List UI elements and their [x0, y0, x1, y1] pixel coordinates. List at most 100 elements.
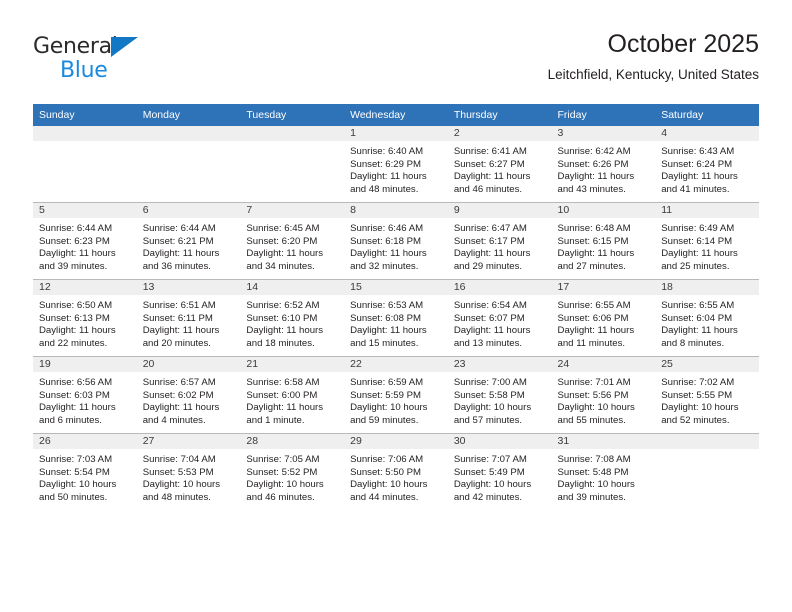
day-details: Sunrise: 6:57 AM Sunset: 6:02 PM Daylight:…	[137, 372, 241, 427]
calendar-day-cell[interactable]: 16 Sunrise: 6:54 AM Sunset: 6:07 PM Dayligh…	[447, 279, 552, 357]
day-details: Sunrise: 6:50 AM Sunset: 6:13 PM Daylight:…	[33, 295, 137, 350]
sunset-time: Sunset: 6:07 PM	[453, 312, 525, 324]
calendar-day-cell[interactable]: 17 Sunrise: 6:55 AM Sunset: 6:06 PM Dayligh…	[551, 279, 656, 357]
calendar-day-cell[interactable]: 10 Sunrise: 6:48 AM Sunset: 6:15 PM Dayligh…	[551, 202, 656, 280]
calendar-day-cell[interactable]: 9 Sunrise: 6:47 AM Sunset: 6:17 PM Daylight…	[447, 202, 552, 280]
day-details: Sunrise: 6:54 AM Sunset: 6:07 PM Daylight:…	[448, 295, 552, 350]
calendar-day-cell[interactable]: 18 Sunrise: 6:55 AM Sunset: 6:04 PM Dayligh…	[655, 279, 759, 357]
sunset-time: Sunset: 6:21 PM	[142, 235, 214, 247]
day-number: 29	[344, 434, 448, 449]
day-details: Sunrise: 7:07 AM Sunset: 5:49 PM Daylight:…	[448, 449, 552, 504]
sunrise-time: Sunrise: 7:01 AM	[557, 377, 631, 388]
calendar-day-cell[interactable]: 1 Sunrise: 6:40 AM Sunset: 6:29 PM Daylight…	[344, 126, 448, 203]
calendar-day-cell[interactable]: 15 Sunrise: 6:53 AM Sunset: 6:08 PM Dayligh…	[344, 279, 448, 357]
calendar-week-row: 26 Sunrise: 7:03 AM Sunset: 5:54 PM Dayligh…	[33, 433, 759, 510]
calendar-day-cell[interactable]: 31 Sunrise: 7:08 AM Sunset: 5:48 PM Dayligh…	[551, 433, 656, 510]
daylight-duration-line2: and 32 minutes.	[350, 260, 419, 272]
day-number: 31	[551, 434, 656, 449]
sunrise-time: Sunrise: 6:40 AM	[350, 146, 424, 157]
calendar-day-cell[interactable]: 26 Sunrise: 7:03 AM Sunset: 5:54 PM Dayligh…	[33, 433, 137, 510]
day-details: Sunrise: 6:40 AM Sunset: 6:29 PM Daylight:…	[344, 141, 448, 196]
daylight-duration-line2: and 39 minutes.	[39, 260, 108, 272]
day-number: 3	[551, 126, 656, 141]
sunrise-time: Sunrise: 7:04 AM	[142, 454, 216, 465]
weekday-header-monday: Monday	[136, 104, 241, 126]
daylight-duration-line1: Daylight: 10 hours	[557, 402, 635, 414]
sunset-time: Sunset: 6:04 PM	[661, 312, 733, 324]
sunset-time: Sunset: 6:14 PM	[661, 235, 733, 247]
logo-triangle-icon	[111, 37, 138, 57]
calendar-week-row: 12 Sunrise: 6:50 AM Sunset: 6:13 PM Dayligh…	[33, 279, 759, 357]
sunrise-time: Sunrise: 6:53 AM	[350, 300, 424, 311]
sunrise-time: Sunrise: 6:54 AM	[453, 300, 527, 311]
calendar-day-cell[interactable]: 13 Sunrise: 6:51 AM Sunset: 6:11 PM Dayligh…	[136, 279, 241, 357]
calendar-day-cell[interactable]: 3 Sunrise: 6:42 AM Sunset: 6:26 PM Daylight…	[551, 126, 656, 203]
day-number: 23	[447, 357, 552, 372]
calendar-day-cell[interactable]: 8 Sunrise: 6:46 AM Sunset: 6:18 PM Daylight…	[344, 202, 448, 280]
day-number: 7	[240, 203, 345, 218]
day-number: 10	[551, 203, 656, 218]
daylight-duration-line2: and 59 minutes.	[350, 414, 419, 426]
day-number: 6	[136, 203, 241, 218]
calendar-day-cell[interactable]: 23 Sunrise: 7:00 AM Sunset: 5:58 PM Dayligh…	[447, 356, 552, 434]
calendar-day-cell[interactable]: 4 Sunrise: 6:43 AM Sunset: 6:24 PM Daylight…	[655, 126, 759, 203]
sunrise-time: Sunrise: 6:55 AM	[557, 300, 631, 311]
calendar-day-cell[interactable]: 2 Sunrise: 6:41 AM Sunset: 6:27 PM Daylight…	[447, 126, 552, 203]
daylight-duration-line1: Daylight: 10 hours	[453, 402, 532, 414]
daylight-duration-line2: and 46 minutes.	[246, 491, 315, 503]
weekday-header-thursday: Thursday	[447, 104, 552, 126]
calendar-day-cell[interactable]: 7 Sunrise: 6:45 AM Sunset: 6:20 PM Daylight…	[240, 202, 345, 280]
day-details: Sunrise: 6:42 AM Sunset: 6:26 PM Daylight:…	[552, 141, 656, 196]
daylight-duration-line1: Daylight: 11 hours	[453, 325, 531, 337]
calendar-day-cell[interactable]: 14 Sunrise: 6:52 AM Sunset: 6:10 PM Dayligh…	[240, 279, 345, 357]
day-details: Sunrise: 6:53 AM Sunset: 6:08 PM Daylight:…	[344, 295, 448, 350]
daylight-duration-line2: and 6 minutes.	[39, 414, 102, 426]
daylight-duration-line1: Daylight: 10 hours	[142, 479, 221, 491]
day-details: Sunrise: 6:58 AM Sunset: 6:00 PM Daylight:…	[240, 372, 344, 427]
calendar-day-cell[interactable]: 12 Sunrise: 6:50 AM Sunset: 6:13 PM Dayligh…	[33, 279, 137, 357]
daylight-duration-line1: Daylight: 11 hours	[350, 325, 427, 337]
calendar-day-cell[interactable]: 22 Sunrise: 6:59 AM Sunset: 5:59 PM Dayligh…	[344, 356, 448, 434]
daylight-duration-line1: Daylight: 10 hours	[39, 479, 117, 491]
calendar-day-cell[interactable]: 27 Sunrise: 7:04 AM Sunset: 5:53 PM Dayligh…	[136, 433, 241, 510]
daylight-duration-line2: and 43 minutes.	[557, 183, 626, 195]
day-number: 2	[447, 126, 552, 141]
calendar-page: General Blue October 2025 Leitchfield, K…	[0, 0, 792, 612]
day-details: Sunrise: 6:46 AM Sunset: 6:18 PM Daylight:…	[344, 218, 448, 273]
day-details: Sunrise: 6:41 AM Sunset: 6:27 PM Daylight:…	[448, 141, 552, 196]
daylight-duration-line2: and 8 minutes.	[661, 337, 725, 349]
calendar-day-cell[interactable]: 24 Sunrise: 7:01 AM Sunset: 5:56 PM Dayligh…	[551, 356, 656, 434]
calendar-day-cell-empty	[240, 126, 345, 203]
sunset-time: Sunset: 5:53 PM	[142, 466, 214, 478]
daylight-duration-line2: and 46 minutes.	[453, 183, 523, 195]
day-details: Sunrise: 6:49 AM Sunset: 6:14 PM Daylight:…	[655, 218, 759, 273]
sunset-time: Sunset: 5:52 PM	[246, 466, 318, 478]
day-number: 9	[447, 203, 552, 218]
calendar-day-cell[interactable]: 5 Sunrise: 6:44 AM Sunset: 6:23 PM Daylight…	[33, 202, 137, 280]
day-number: 28	[240, 434, 345, 449]
calendar-day-cell[interactable]: 30 Sunrise: 7:07 AM Sunset: 5:49 PM Dayligh…	[447, 433, 552, 510]
daylight-duration-line1: Daylight: 11 hours	[142, 325, 220, 337]
calendar-day-cell[interactable]: 29 Sunrise: 7:06 AM Sunset: 5:50 PM Dayligh…	[344, 433, 448, 510]
calendar-day-cell[interactable]: 20 Sunrise: 6:57 AM Sunset: 6:02 PM Dayligh…	[136, 356, 241, 434]
daylight-duration-line2: and 18 minutes.	[246, 337, 315, 349]
logo-text-blue: Blue	[60, 58, 108, 83]
sunset-time: Sunset: 6:24 PM	[661, 158, 733, 170]
calendar-day-cell[interactable]: 19 Sunrise: 6:56 AM Sunset: 6:03 PM Dayligh…	[33, 356, 137, 434]
daylight-duration-line2: and 27 minutes.	[557, 260, 626, 272]
day-number: 15	[344, 280, 448, 295]
calendar-day-cell[interactable]: 11 Sunrise: 6:49 AM Sunset: 6:14 PM Dayligh…	[655, 202, 759, 280]
calendar-day-cell[interactable]: 25 Sunrise: 7:02 AM Sunset: 5:55 PM Dayligh…	[655, 356, 759, 434]
sunrise-time: Sunrise: 6:51 AM	[142, 300, 216, 311]
calendar-day-cell[interactable]: 21 Sunrise: 6:58 AM Sunset: 6:00 PM Dayligh…	[240, 356, 345, 434]
daylight-duration-line2: and 41 minutes.	[661, 183, 730, 195]
calendar-day-cell[interactable]: 28 Sunrise: 7:05 AM Sunset: 5:52 PM Dayligh…	[240, 433, 345, 510]
daylight-duration-line1: Daylight: 10 hours	[661, 402, 739, 414]
sunset-time: Sunset: 6:23 PM	[39, 235, 110, 247]
calendar-day-cell[interactable]: 6 Sunrise: 6:44 AM Sunset: 6:21 PM Daylight…	[136, 202, 241, 280]
sunrise-time: Sunrise: 7:05 AM	[246, 454, 320, 465]
day-details: Sunrise: 6:55 AM Sunset: 6:04 PM Daylight:…	[655, 295, 759, 350]
day-number: 11	[655, 203, 759, 218]
daylight-duration-line2: and 50 minutes.	[39, 491, 108, 503]
sunset-time: Sunset: 6:08 PM	[350, 312, 422, 324]
